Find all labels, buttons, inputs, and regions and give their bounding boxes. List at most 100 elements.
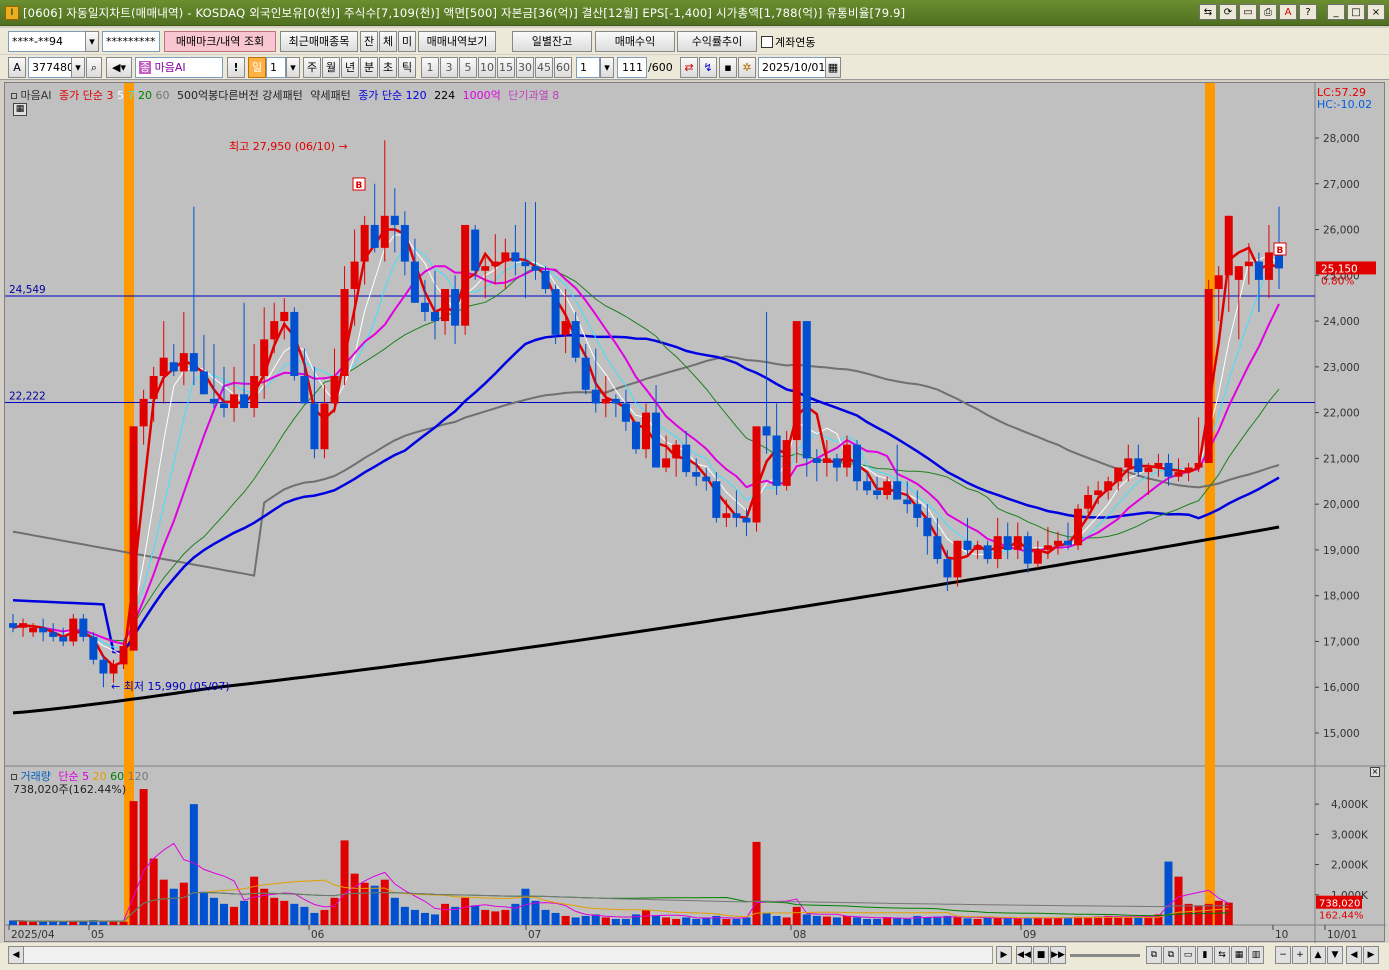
password-field[interactable]: ********* [102,31,160,52]
stock-name-field[interactable]: 종 마음AI [135,57,223,78]
scroll-right-icon[interactable]: ▶ [996,946,1012,964]
nav-left-icon[interactable]: ◀ [1346,946,1362,964]
account-link-checkbox[interactable] [761,36,773,48]
candle-body [1164,462,1173,477]
interval-button-2[interactable]: 5 [459,57,477,78]
recent-trades-button[interactable]: 최근매매종목 [280,31,358,52]
bar-icon[interactable]: ▮ [1197,946,1213,964]
interval-button-1[interactable]: 3 [440,57,458,78]
window-close-button[interactable]: × [1367,4,1385,20]
candle-body [29,627,38,633]
chart-scrollbar[interactable] [8,946,993,964]
candle-body [9,623,17,628]
balance-button[interactable]: 잔 [360,31,378,52]
x-tick-label: 10 [1275,929,1288,941]
interval-button-5[interactable]: 30 [516,57,534,78]
grid-toggle-icon[interactable]: ▦ [13,103,27,116]
window-sync-icon[interactable]: ⟳ [1219,4,1237,20]
chart-area[interactable]: 28,000 27,000 26,000 25,000 24,000 23,000 22,0… [4,82,1386,943]
zoom-in-icon[interactable]: + [1292,946,1308,964]
window-screen-icon[interactable]: ▭ [1239,4,1257,20]
layout-icon[interactable]: ⧉ [1146,946,1162,964]
expand-icon[interactable]: ▭ [1180,946,1196,964]
layout2-icon[interactable]: ⧉ [1163,946,1179,964]
speaker-icon[interactable]: ◀▾ [106,57,132,78]
account-select[interactable]: ****-**94 [8,31,86,52]
interval-button-3[interactable]: 10 [478,57,496,78]
volume-bar [762,912,771,925]
window-maximize-button[interactable]: □ [1347,4,1365,20]
period-button-3[interactable]: 분 [360,57,378,78]
bar-count-field[interactable]: 111 [617,57,647,78]
stop-icon[interactable]: ■ [1033,946,1049,964]
x-tick-label: 09 [1023,929,1036,941]
interval-button-7[interactable]: 60 [554,57,572,78]
executed-button[interactable]: 체 [379,31,397,52]
settings-icon[interactable]: ✲ [738,57,756,78]
tile-icon[interactable]: ▦ [1231,946,1247,964]
code-dropdown-icon[interactable]: ▾ [71,57,85,78]
sync-icon[interactable]: ⇆ [1214,946,1230,964]
volume-bar [380,879,389,925]
interval-button-0[interactable]: 1 [421,57,439,78]
window-link-icon[interactable]: ⇆ [1199,4,1217,20]
order-icon[interactable]: ⇄ [680,57,698,78]
period-button-0[interactable]: 주 [303,57,321,78]
up-icon[interactable]: ▲ [1310,946,1326,964]
window-minimize-button[interactable]: _ [1327,4,1345,20]
volume-bar [159,879,168,925]
tile2-icon[interactable]: ▥ [1248,946,1264,964]
volume-panel-close-icon[interactable]: × [1370,767,1380,777]
chart-svg[interactable]: 28,00027,00026,00025,00024,00023,00022,0… [5,83,1386,943]
period-button-2[interactable]: 년 [341,57,359,78]
zoom-out-icon[interactable]: − [1275,946,1291,964]
daily-balance-button[interactable]: 일별잔고 [512,31,592,52]
trade-profit-button[interactable]: 매매수익 [595,31,675,52]
window-print-icon[interactable]: ⎙ [1259,4,1277,20]
window-font-icon[interactable]: A [1279,4,1297,20]
scroll-left-icon[interactable]: ◀ [8,946,24,964]
trend-icon[interactable]: ↯ [699,57,717,78]
candle-body [169,362,178,372]
period-dropdown-icon[interactable]: ▾ [286,57,300,78]
account-dropdown-icon[interactable]: ▾ [85,31,99,52]
candle-body [370,224,379,248]
interval-button-4[interactable]: 15 [497,57,515,78]
play-forward-icon[interactable]: ▶▶ [1050,946,1066,964]
candle-body [280,311,289,322]
nav-right-icon[interactable]: ▶ [1363,946,1379,964]
period-button-5[interactable]: 틱 [398,57,416,78]
period-button-4[interactable]: 초 [379,57,397,78]
date-field[interactable]: 2025/10/01 [758,57,826,78]
trade-history-button[interactable]: 매매내역보기 [418,31,496,52]
play-back-icon[interactable]: ◀◀ [1016,946,1032,964]
save-icon[interactable]: ▪ [719,57,737,78]
last-volume-label: 738,020 [1319,899,1360,910]
min-price-label: ← 최저 15,990 (05/07) [111,680,230,693]
magnifier-icon[interactable]: ⌕ [86,57,102,78]
period-daily-button[interactable]: 일 [248,57,266,78]
volume-bar [410,909,419,925]
stock-search-icon[interactable]: A [8,57,26,78]
volume-tick-label: 4,000K [1331,799,1369,811]
alert-icon[interactable]: ! [227,57,245,78]
calendar-icon[interactable]: ▦ [825,57,841,78]
return-trend-button[interactable]: 수익률추이 [677,31,757,52]
period-number-field[interactable]: 1 [266,57,286,78]
interval-value-field[interactable]: 1 [576,57,600,78]
interval-dropdown-icon[interactable]: ▾ [600,57,614,78]
window-help-icon[interactable]: ? [1299,4,1317,20]
interval-button-6[interactable]: 45 [535,57,553,78]
period-button-1[interactable]: 월 [322,57,340,78]
volume-bar [420,912,429,925]
stock-code-input[interactable]: 377480 [28,57,72,78]
mark-history-button[interactable]: 매매마크/내역 조회 [164,31,276,52]
zoom-slider[interactable] [1070,954,1140,957]
kosdaq-badge-icon: 종 [139,61,152,74]
y-tick-label: 21,000 [1323,453,1360,465]
volume-bar [360,882,369,925]
unexecuted-button[interactable]: 미 [398,31,416,52]
down-icon[interactable]: ▼ [1327,946,1343,964]
last-price-label: 25,150 [1321,263,1358,275]
reference-label-2: 22,222 [9,390,46,402]
